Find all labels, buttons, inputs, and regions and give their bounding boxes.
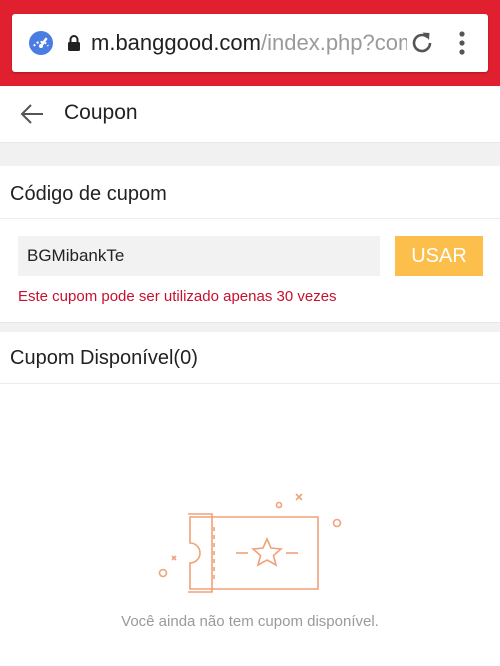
divider bbox=[0, 218, 500, 219]
url-bar[interactable]: m.banggood.com/index.php?com bbox=[12, 14, 488, 72]
arrow-left-icon[interactable] bbox=[18, 100, 46, 128]
coupon-code-input[interactable] bbox=[18, 236, 380, 276]
url-host: m.banggood.com bbox=[91, 30, 261, 55]
lock-icon bbox=[68, 35, 80, 51]
coupon-ticket-star-icon bbox=[158, 493, 342, 593]
url-path: /index.php?com bbox=[261, 30, 407, 55]
coupon-code-section: Código de cupom USAR Este cupom pode ser… bbox=[0, 166, 500, 322]
empty-state-text: Você ainda não tem cupom disponível. bbox=[121, 613, 379, 630]
available-coupons-title: Cupom Disponível(0) bbox=[10, 347, 198, 369]
more-vert-icon[interactable] bbox=[456, 30, 468, 56]
reload-icon[interactable] bbox=[408, 29, 436, 57]
app-header: Coupon bbox=[0, 86, 500, 142]
page-title: Coupon bbox=[64, 101, 138, 124]
section-separator bbox=[0, 142, 500, 166]
speedometer-icon bbox=[29, 31, 53, 55]
apply-coupon-button[interactable]: USAR bbox=[395, 236, 483, 276]
coupon-usage-message: Este cupom pode ser utilizado apenas 30 … bbox=[18, 288, 337, 305]
section-separator bbox=[0, 322, 500, 332]
available-coupons-section: Cupom Disponível(0) Você ainda não tem c… bbox=[0, 332, 500, 666]
coupon-code-title: Código de cupom bbox=[10, 183, 167, 205]
url-text[interactable]: m.banggood.com/index.php?com bbox=[91, 28, 407, 58]
divider bbox=[0, 383, 500, 384]
browser-toolbar: m.banggood.com/index.php?com bbox=[0, 0, 500, 86]
